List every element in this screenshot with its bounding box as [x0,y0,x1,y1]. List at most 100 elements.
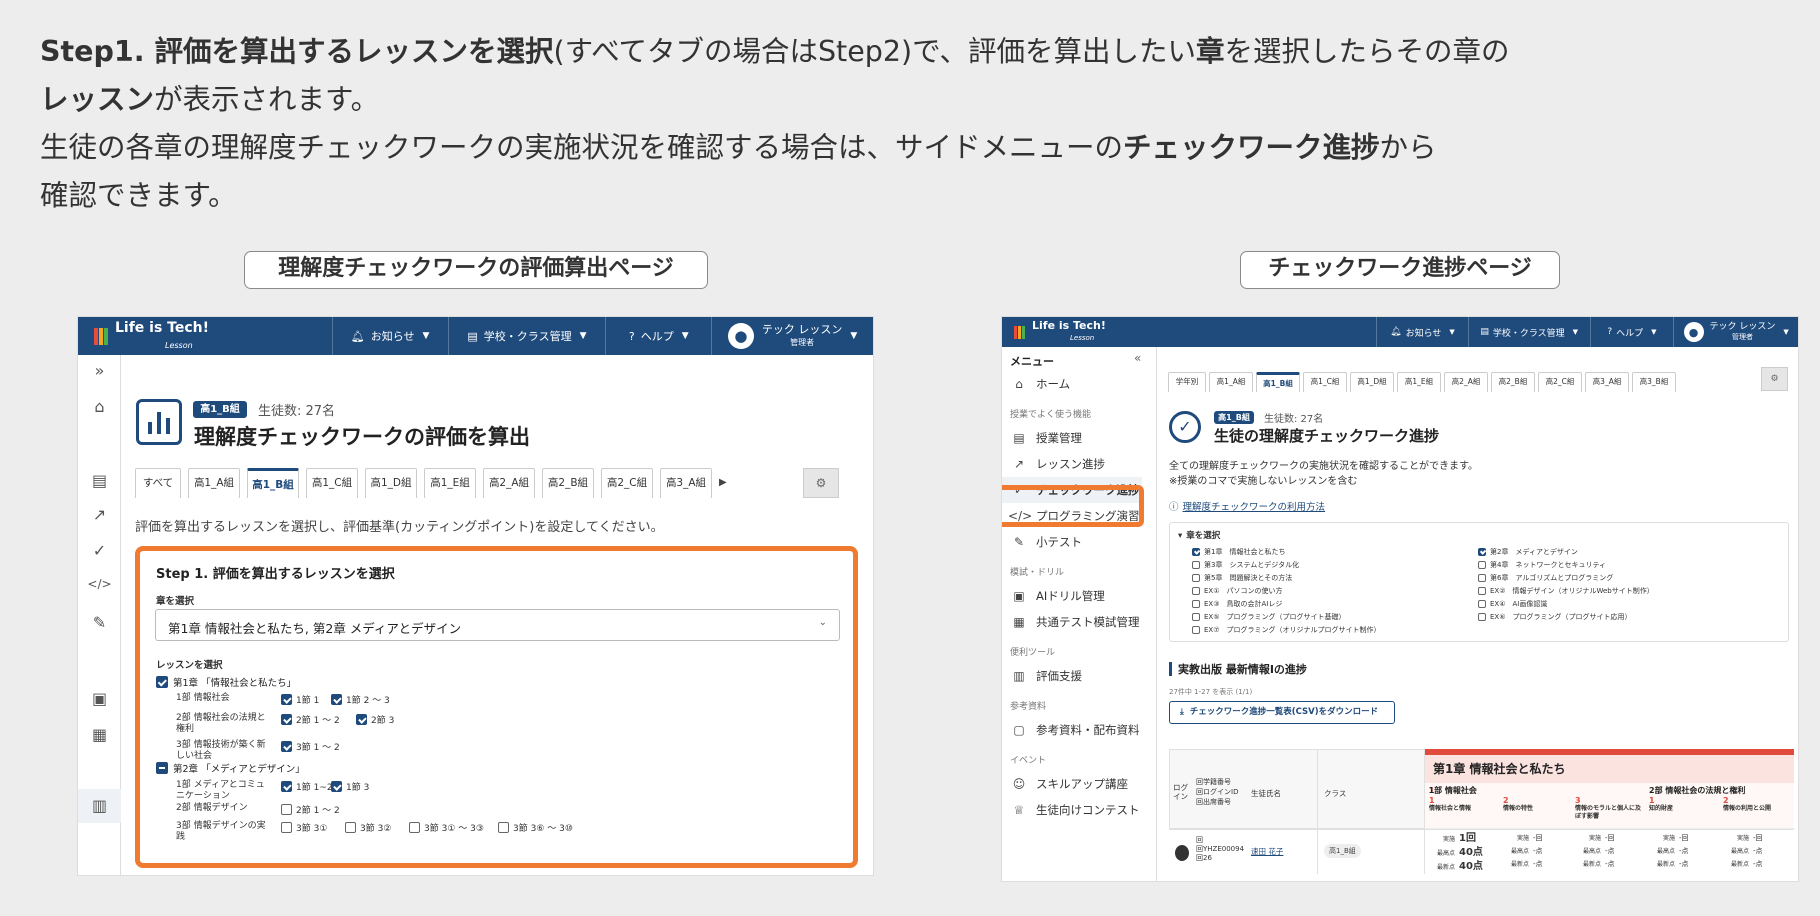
tab-4[interactable]: 高1_D組 [1350,372,1394,392]
chapter-checkbox[interactable]: 第1章 情報社会と私たち [1192,545,1472,558]
checkbox[interactable] [156,676,168,688]
tab-1[interactable]: 高1_A組 [188,468,240,498]
menu-item[interactable]: ▥ 評価支援 [1002,663,1142,689]
tabs-scroll-right-icon[interactable]: ▶ [719,468,731,498]
chapter-checkbox[interactable]: 第2章 メディアとデザイン [1478,545,1778,558]
tab-3[interactable]: 高1_C組 [1303,372,1347,392]
menu-item[interactable]: ↗ レッスン進捗 [1002,451,1142,477]
user-menu[interactable]: ● テック レッスン 管理者 ▼ [1673,317,1798,347]
tab-0[interactable]: すべて [135,468,181,498]
menu-item[interactable]: ♕ 生徒向けコンテスト [1002,797,1142,823]
menu-item[interactable]: ▤ 授業管理 [1002,425,1142,451]
lesson-option[interactable]: 3節 1 〜 2 [281,740,340,753]
chapter-checkbox[interactable]: EX① パソコンの使い方 [1192,584,1472,597]
tab-8[interactable]: 高2_C組 [601,468,653,498]
checkbox[interactable] [281,822,292,833]
checkbox[interactable] [1478,547,1486,556]
checkbox[interactable] [1192,599,1200,608]
tab-6[interactable]: 高2_A組 [483,468,535,498]
logo[interactable]: Life is Tech! Lesson [78,320,332,352]
checkbox[interactable] [1192,612,1200,621]
tab-4[interactable]: 高1_D組 [365,468,417,498]
tab-5[interactable]: 高1_E組 [1397,372,1441,392]
checkbox[interactable] [1192,547,1200,556]
school-menu[interactable]: ▤ 学校・クラス管理 ▼ [447,317,606,355]
settings-icon[interactable]: ⚙ [803,468,839,498]
tab-2[interactable]: 高1_B組 [1256,372,1300,392]
tab-9[interactable]: 高3_A組 [1585,372,1629,392]
checkbox[interactable] [1192,586,1200,595]
menu-item[interactable]: ⌂ ホーム [1002,371,1142,397]
checkbox[interactable] [1478,586,1486,595]
tab-10[interactable]: 高3_B組 [1632,372,1676,392]
download-csv-button[interactable]: ⤓ チェックワーク進捗一覧表(CSV)をダウンロード [1169,701,1395,724]
lesson-option[interactable]: 3節 3② [345,821,391,834]
chapter-checkbox[interactable]: EX④ AI画像認識 [1478,597,1778,610]
checkbox[interactable] [1192,625,1200,634]
tab-6[interactable]: 高2_A組 [1444,372,1488,392]
checkbox[interactable] [1192,573,1200,582]
checkbox[interactable] [409,822,420,833]
checkbox[interactable] [156,762,168,774]
tab-1[interactable]: 高1_A組 [1209,372,1253,392]
checkbox[interactable] [281,804,292,815]
tab-9[interactable]: 高3_A組 [660,468,712,498]
chapter-checkbox[interactable]: 第4章 ネットワークとセキュリティ [1478,558,1778,571]
chapter-checkbox[interactable]: EX⑦ プログラミング（オリジナルプログサイト制作） [1192,623,1472,636]
chapter-checkbox[interactable]: EX③ 鳥取の会計AIレジ [1192,597,1472,610]
checkbox[interactable] [1478,560,1486,569]
drill-icon[interactable]: ▣ [78,689,121,708]
checkbox[interactable] [345,822,356,833]
logo[interactable]: Life is Tech! Lesson [1002,320,1376,344]
tab-5[interactable]: 高1_E組 [424,468,476,498]
chart-icon[interactable]: ▥ [78,789,121,823]
lesson-option[interactable]: 3節 3① 〜 3③ [409,821,484,834]
chapter-checkbox[interactable]: 第6章 アルゴリズムとプログラミング [1478,571,1778,584]
tab-0[interactable]: 学年別 [1168,372,1206,392]
tab-7[interactable]: 高2_B組 [542,468,594,498]
check-icon[interactable]: ✓ [78,541,121,560]
checkbox[interactable] [331,781,342,792]
lesson-option[interactable]: 2節 3 [356,713,394,726]
checkbox[interactable] [281,714,292,725]
menu-item[interactable]: ✎ 小テスト [1002,529,1142,555]
student-name-link[interactable]: 速田 花子 [1251,846,1283,857]
checkbox[interactable] [1478,573,1486,582]
tab-7[interactable]: 高2_B組 [1491,372,1535,392]
tab-3[interactable]: 高1_C組 [306,468,358,498]
checkbox[interactable] [498,822,509,833]
user-menu[interactable]: ● テック レッスン 管理者 ▼ [711,317,873,355]
notice-menu[interactable]: 🔔︎ お知らせ ▼ [331,317,448,355]
chapter-toggle[interactable]: ▾ 章を選択 [1178,529,1220,541]
collapse-icon[interactable]: « [1134,351,1141,365]
lesson-option[interactable]: 2節 1 〜 2 [281,713,340,726]
exam-icon[interactable]: ▦ [78,725,121,744]
home-icon[interactable]: ⌂ [78,397,121,416]
tab-2[interactable]: 高1_B組 [247,468,299,498]
help-menu[interactable]: ? ヘルプ ▼ [605,317,711,355]
checkbox[interactable] [1478,599,1486,608]
settings-icon[interactable]: ⚙ [1761,367,1788,391]
expand-icon[interactable]: » [78,361,121,380]
checkbox[interactable] [356,714,367,725]
lesson-option[interactable]: 1節 1~2 [281,780,333,793]
chapter-checkbox[interactable]: 第3章 システムとデジタル化 [1192,558,1472,571]
school-menu[interactable]: ▤ 学校・クラス管理 ▼ [1467,317,1590,347]
lesson-option[interactable]: 3節 3⑥ 〜 3⑩ [498,821,573,834]
menu-item[interactable]: ▦ 共通テスト模試管理 [1002,609,1142,635]
chapter-checkbox[interactable]: EX⑤ プログラミング（プログサイト基礎） [1192,610,1472,623]
help-link[interactable]: ⓘ 理解度チェックワークの利用方法 [1169,499,1325,513]
lesson-option[interactable]: 3節 3① [281,821,327,834]
checkbox[interactable] [331,694,342,705]
tab-8[interactable]: 高2_C組 [1538,372,1582,392]
checkbox[interactable] [281,694,292,705]
lesson-option[interactable]: 1節 1 [281,693,319,706]
menu-item[interactable]: ▢ 参考資料・配布資料 [1002,717,1142,743]
notice-menu[interactable]: 🔔︎ お知らせ ▼ [1376,317,1468,347]
chapter-checkbox[interactable]: EX⑥ プログラミング（プログサイト応用） [1478,610,1778,623]
lesson-option[interactable]: 2節 1 〜 2 [281,803,340,816]
menu-item[interactable]: ☺ スキルアップ講座 [1002,771,1142,797]
checkbox[interactable] [281,741,292,752]
lesson-option[interactable]: 1節 2 〜 3 [331,693,390,706]
menu-item[interactable]: ▣ AIドリル管理 [1002,583,1142,609]
